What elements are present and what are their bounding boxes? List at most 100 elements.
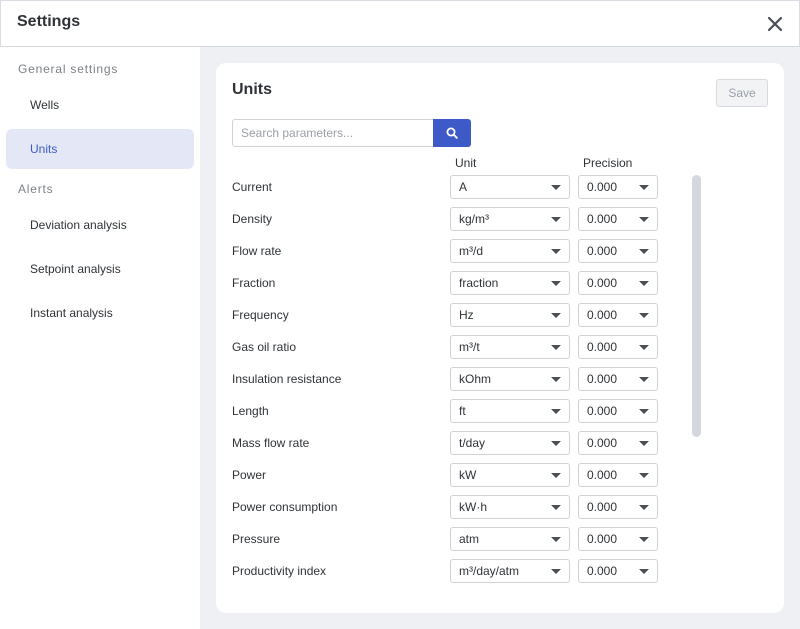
parameter-label: Density bbox=[232, 212, 273, 226]
table-row: Mass flow rate t/day 0.000 bbox=[232, 431, 672, 463]
parameter-label: Fraction bbox=[232, 276, 276, 290]
chevron-down-icon bbox=[551, 409, 561, 414]
table-row: Power kW 0.000 bbox=[232, 463, 672, 495]
precision-select[interactable]: 0.000 bbox=[578, 559, 658, 583]
parameter-label: Productivity index bbox=[232, 564, 327, 578]
page-title: Units bbox=[232, 81, 272, 98]
unit-select[interactable]: kW·h bbox=[450, 495, 570, 519]
table-row: Length ft 0.000 bbox=[232, 399, 672, 431]
parameter-label: Pressure bbox=[232, 532, 281, 546]
close-button[interactable] bbox=[765, 14, 785, 34]
unit-value: Hz bbox=[459, 308, 474, 322]
units-card: Units Save Unit Precision CurrentA0.000D… bbox=[216, 63, 784, 613]
unit-select[interactable]: Hz bbox=[450, 303, 570, 327]
sidebar: General settings Wells Units Alerts Devi… bbox=[0, 47, 200, 629]
precision-select[interactable]: 0.000 bbox=[578, 367, 658, 391]
chevron-down-icon bbox=[639, 313, 649, 318]
table-row: Gas oil ratio m³/t 0.000 bbox=[232, 335, 672, 367]
chevron-down-icon bbox=[639, 217, 649, 222]
unit-select[interactable]: m³/d bbox=[450, 239, 570, 263]
sidebar-item-instant-analysis[interactable]: Instant analysis bbox=[6, 293, 194, 333]
table-row: Insulation resistance kOhm 0.000 bbox=[232, 367, 672, 399]
precision-value: 0.000 bbox=[587, 436, 618, 450]
unit-select[interactable]: t/day bbox=[450, 431, 570, 455]
unit-value: A bbox=[459, 180, 468, 194]
sidebar-item-wells[interactable]: Wells bbox=[6, 85, 194, 125]
units-list: Current A 0.000 Density kg/m³ 0.000 Flow rate m… bbox=[232, 175, 672, 591]
chevron-down-icon bbox=[639, 249, 649, 254]
precision-select[interactable]: 0.000 bbox=[578, 335, 658, 359]
precision-value: 0.000 bbox=[587, 532, 618, 546]
table-row: Current A 0.000 bbox=[232, 175, 672, 207]
unit-select[interactable]: A bbox=[450, 175, 570, 199]
scrollbar-thumb[interactable] bbox=[692, 175, 701, 437]
unit-value: kOhm bbox=[459, 372, 492, 386]
table-row: Fraction fraction 0.000 bbox=[232, 271, 672, 303]
unit-value: kg/m³ bbox=[459, 212, 489, 226]
parameter-label: Gas oil ratio bbox=[232, 340, 297, 354]
precision-select[interactable]: 0.000 bbox=[578, 495, 658, 519]
precision-select[interactable]: 0.000 bbox=[578, 527, 658, 551]
precision-select[interactable]: 0.000 bbox=[578, 271, 658, 295]
search-button[interactable] bbox=[433, 119, 471, 147]
precision-select[interactable]: 0.000 bbox=[578, 399, 658, 423]
section-title-general: General settings bbox=[18, 62, 119, 76]
chevron-down-icon bbox=[639, 345, 649, 350]
unit-select[interactable]: kOhm bbox=[450, 367, 570, 391]
table-row: Power consumption kW·h 0.000 bbox=[232, 495, 672, 527]
chevron-down-icon bbox=[551, 441, 561, 446]
precision-value: 0.000 bbox=[587, 340, 618, 354]
precision-value: 0.000 bbox=[587, 404, 618, 418]
unit-value: t/day bbox=[459, 436, 486, 450]
chevron-down-icon bbox=[551, 569, 561, 574]
precision-select[interactable]: 0.000 bbox=[578, 207, 658, 231]
table-row: Density kg/m³ 0.000 bbox=[232, 207, 672, 239]
table-row: Pressure atm 0.000 bbox=[232, 527, 672, 559]
precision-select[interactable]: 0.000 bbox=[578, 303, 658, 327]
table-row: Flow rate m³/d 0.000 bbox=[232, 239, 672, 271]
sidebar-item-setpoint-analysis[interactable]: Setpoint analysis bbox=[6, 249, 194, 289]
precision-value: 0.000 bbox=[587, 468, 618, 482]
chevron-down-icon bbox=[639, 377, 649, 382]
parameter-label: Flow rate bbox=[232, 244, 282, 258]
precision-select[interactable]: 0.000 bbox=[578, 239, 658, 263]
chevron-down-icon bbox=[639, 281, 649, 286]
unit-select[interactable]: m³/day/atm bbox=[450, 559, 570, 583]
precision-value: 0.000 bbox=[587, 180, 618, 194]
unit-value: atm bbox=[459, 532, 480, 546]
chevron-down-icon bbox=[551, 505, 561, 510]
unit-select[interactable]: atm bbox=[450, 527, 570, 551]
chevron-down-icon bbox=[551, 537, 561, 542]
chevron-down-icon bbox=[551, 473, 561, 478]
parameter-label: Mass flow rate bbox=[232, 436, 310, 450]
unit-value: m³/t bbox=[459, 340, 480, 354]
parameter-label: Length bbox=[232, 404, 269, 418]
precision-value: 0.000 bbox=[587, 500, 618, 514]
precision-select[interactable]: 0.000 bbox=[578, 431, 658, 455]
chevron-down-icon bbox=[551, 377, 561, 382]
save-button[interactable]: Save bbox=[716, 79, 768, 107]
unit-select[interactable]: fraction bbox=[450, 271, 570, 295]
parameter-label: Frequency bbox=[232, 308, 289, 322]
parameter-label: Insulation resistance bbox=[232, 372, 342, 386]
column-header-unit: Unit bbox=[455, 156, 477, 170]
unit-select[interactable]: kg/m³ bbox=[450, 207, 570, 231]
unit-value: kW·h bbox=[459, 500, 487, 514]
search-input[interactable] bbox=[232, 119, 434, 147]
chevron-down-icon bbox=[639, 537, 649, 542]
unit-select[interactable]: kW bbox=[450, 463, 570, 487]
precision-value: 0.000 bbox=[587, 276, 618, 290]
precision-value: 0.000 bbox=[587, 308, 618, 322]
sidebar-item-deviation-analysis[interactable]: Deviation analysis bbox=[6, 205, 194, 245]
chevron-down-icon bbox=[639, 441, 649, 446]
dialog-header: Settings bbox=[0, 0, 800, 47]
precision-select[interactable]: 0.000 bbox=[578, 175, 658, 199]
precision-select[interactable]: 0.000 bbox=[578, 463, 658, 487]
unit-select[interactable]: ft bbox=[450, 399, 570, 423]
unit-value: m³/d bbox=[459, 244, 483, 258]
table-row: Frequency Hz 0.000 bbox=[232, 303, 672, 335]
unit-select[interactable]: m³/t bbox=[450, 335, 570, 359]
column-header-precision: Precision bbox=[583, 156, 633, 170]
precision-value: 0.000 bbox=[587, 564, 618, 578]
sidebar-item-units[interactable]: Units bbox=[6, 129, 194, 169]
